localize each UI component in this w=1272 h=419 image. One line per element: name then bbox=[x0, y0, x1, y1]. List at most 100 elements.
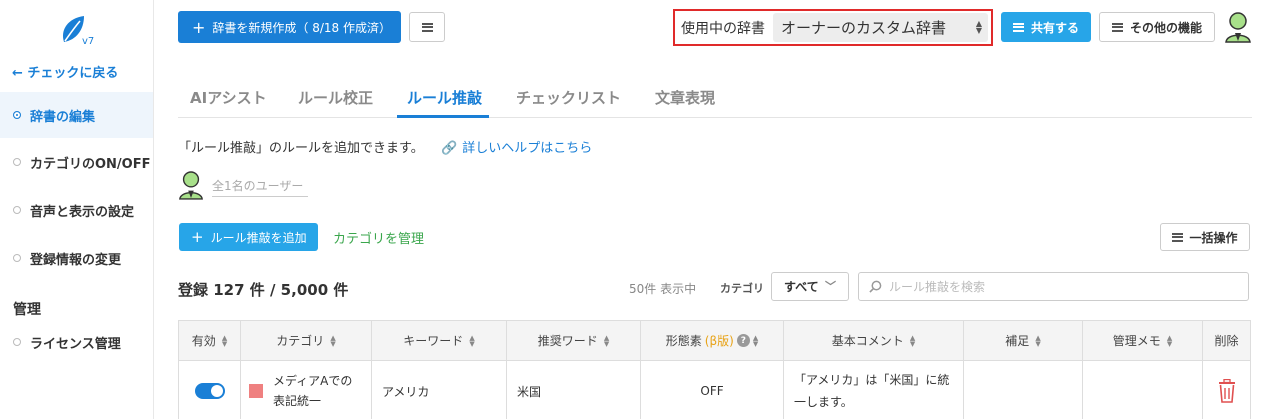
help-question-icon[interactable]: ? bbox=[736, 334, 750, 347]
tab-rule-proofread[interactable]: ルール校正 bbox=[298, 87, 373, 108]
sidebar-item-label: 辞書の編集 bbox=[30, 109, 96, 125]
add-rule-button[interactable]: + ルール推敲を追加 bbox=[179, 223, 318, 251]
header-label: キーワード bbox=[403, 334, 464, 348]
share-label: 共有する bbox=[1030, 20, 1079, 35]
share-button[interactable]: 共有する bbox=[1001, 12, 1091, 42]
sidebar: v7 ← チェックに戻る 辞書の編集 カテゴリのON/OFF 音声と表示の設定 … bbox=[0, 0, 154, 419]
category-filter-select[interactable]: すべて ﹀ bbox=[771, 272, 849, 301]
header-label: カテゴリ bbox=[276, 334, 325, 348]
more-features-button[interactable]: その他の機能 bbox=[1099, 12, 1215, 42]
table-header: 有効 ▲ ▼ カテゴリ ▲ ▼ キーワード ▲ ▼ 推奨ワード ▲ ▼ 形態素 (β版)? ▲ ▼ 基… bbox=[179, 321, 1250, 361]
sort-icon: ▲ ▼ bbox=[469, 333, 475, 348]
header-label: 補足 bbox=[1005, 334, 1030, 348]
bulk-action-button[interactable]: 一括操作 bbox=[1160, 223, 1250, 251]
new-dictionary-button[interactable]: + 辞書を新規作成（ 8/18 作成済） bbox=[178, 11, 401, 43]
rules-table: 有効 ▲ ▼ カテゴリ ▲ ▼ キーワード ▲ ▼ 推奨ワード ▲ ▼ 形態素 (β版)? ▲ ▼ 基… bbox=[178, 320, 1251, 419]
cell-suggestion[interactable]: 米国 bbox=[507, 361, 641, 419]
header-morpheme[interactable]: 形態素 (β版)? ▲ ▼ bbox=[641, 321, 784, 360]
cell-memo[interactable] bbox=[1083, 361, 1203, 419]
category-filter-label: カテゴリ bbox=[720, 282, 764, 295]
sidebar-item-label: ライセンス管理 bbox=[30, 336, 121, 352]
header-suggestion[interactable]: 推奨ワード ▲ ▼ bbox=[507, 321, 641, 360]
header-memo[interactable]: 管理メモ ▲ ▼ bbox=[1083, 321, 1203, 360]
help-link-label: 詳しいヘルプはこちら bbox=[462, 141, 593, 156]
header-comment[interactable]: 基本コメント ▲ ▼ bbox=[784, 321, 964, 360]
search-placeholder: ルール推敲を検索 bbox=[889, 280, 986, 294]
rule-search-input[interactable]: ルール推敲を検索 bbox=[858, 272, 1249, 301]
back-to-check-link[interactable]: ← チェックに戻る bbox=[12, 62, 118, 81]
sort-icon: ▲ ▼ bbox=[330, 333, 336, 348]
cell-enabled bbox=[179, 361, 241, 419]
header-enabled[interactable]: 有効 ▲ ▼ bbox=[179, 321, 241, 360]
header-keyword[interactable]: キーワード ▲ ▼ bbox=[372, 321, 507, 360]
showing-count: 50件 表示中 bbox=[629, 282, 697, 296]
admin-section-label: 管理 bbox=[13, 302, 41, 318]
category-filter-value: すべて bbox=[784, 280, 819, 294]
nav-bullet-icon bbox=[13, 338, 21, 346]
enabled-toggle[interactable] bbox=[194, 383, 225, 399]
category-text: メディアAでの表記統一 bbox=[273, 374, 353, 408]
rule-description: 「ルール推敲」のルールを追加できます。 bbox=[178, 141, 424, 156]
rule-count-title: 登録 127 件 / 5,000 件 bbox=[178, 281, 349, 299]
user-avatar-icon[interactable] bbox=[1224, 11, 1252, 43]
dictionary-menu-button[interactable] bbox=[409, 12, 445, 42]
users-input[interactable]: 全1名のユーザー bbox=[212, 177, 308, 197]
beta-badge: (β版) bbox=[704, 334, 734, 348]
list-icon bbox=[1172, 232, 1184, 242]
table-row: メディアAでの表記統一 アメリカ 米国 OFF 「アメリカ」は「米国」に統一しま… bbox=[179, 361, 1250, 419]
help-link[interactable]: 🔗 詳しいヘルプはこちら bbox=[441, 137, 592, 156]
cell-supplement[interactable] bbox=[964, 361, 1083, 419]
sidebar-item-label: 音声と表示の設定 bbox=[30, 204, 135, 220]
hamburger-icon bbox=[421, 22, 433, 32]
cell-comment[interactable]: 「アメリカ」は「米国」に統一します。 bbox=[784, 361, 964, 419]
header-label: 有効 bbox=[191, 334, 216, 348]
nav-bullet-icon bbox=[13, 206, 21, 214]
tab-rule-refine[interactable]: ルール推敲 bbox=[407, 87, 482, 108]
tab-checklist[interactable]: チェックリスト bbox=[516, 87, 621, 108]
dictionary-select[interactable]: オーナーのカスタム辞書 ▲ ▼ bbox=[773, 13, 988, 42]
sidebar-item-category-toggle[interactable]: カテゴリのON/OFF bbox=[0, 139, 153, 185]
dictionary-in-use-label: 使用中の辞書 bbox=[681, 20, 765, 37]
tab-ai-assist[interactable]: AIアシスト bbox=[190, 87, 267, 108]
sidebar-item-label: 登録情報の変更 bbox=[30, 252, 122, 268]
app-version: v7 bbox=[82, 36, 95, 47]
dictionary-select-value: オーナーのカスタム辞書 bbox=[781, 19, 947, 37]
rule-tabs: AIアシスト ルール校正 ルール推敲 チェックリスト 文章表現 bbox=[178, 78, 1252, 118]
nav-bullet-icon bbox=[13, 111, 21, 119]
nav-bullet-icon bbox=[13, 158, 21, 166]
sidebar-item-account-info[interactable]: 登録情報の変更 bbox=[0, 235, 153, 281]
nav-bullet-icon bbox=[13, 254, 21, 262]
sidebar-item-label: カテゴリのON/OFF bbox=[30, 156, 151, 172]
search-icon bbox=[869, 280, 882, 293]
active-tab-indicator bbox=[397, 115, 489, 118]
trash-icon[interactable] bbox=[1217, 379, 1237, 403]
sidebar-item-dictionary-edit[interactable]: 辞書の編集 bbox=[0, 92, 153, 138]
header-label: 推奨ワード bbox=[537, 334, 598, 348]
sort-icon: ▲ ▼ bbox=[909, 333, 916, 348]
chevron-down-icon: ﹀ bbox=[825, 280, 836, 293]
sort-icon: ▲ ▼ bbox=[1166, 333, 1173, 348]
manage-category-link[interactable]: カテゴリを管理 bbox=[333, 228, 424, 247]
more-features-label: その他の機能 bbox=[1129, 20, 1202, 35]
bulk-action-label: 一括操作 bbox=[1189, 230, 1238, 245]
sort-icon: ▲ ▼ bbox=[752, 333, 759, 348]
plus-icon: + bbox=[192, 17, 206, 37]
sidebar-item-voice-display[interactable]: 音声と表示の設定 bbox=[0, 187, 153, 233]
plus-icon: + bbox=[191, 228, 204, 246]
list-icon bbox=[1012, 22, 1024, 32]
cell-keyword[interactable]: アメリカ bbox=[372, 361, 507, 419]
tab-writing-expression[interactable]: 文章表現 bbox=[655, 87, 715, 108]
cell-morpheme[interactable]: OFF bbox=[641, 361, 784, 419]
header-supplement[interactable]: 補足 ▲ ▼ bbox=[964, 321, 1083, 360]
sort-icon: ▲ ▼ bbox=[603, 333, 610, 348]
sort-icon: ▲ ▼ bbox=[1035, 333, 1041, 348]
list-icon bbox=[1111, 22, 1123, 32]
cell-category: メディアAでの表記統一 bbox=[241, 361, 372, 419]
add-rule-label: ルール推敲を追加 bbox=[210, 230, 307, 245]
sidebar-item-license[interactable]: ライセンス管理 bbox=[0, 319, 153, 365]
link-icon: 🔗 bbox=[441, 141, 458, 156]
header-category[interactable]: カテゴリ ▲ ▼ bbox=[241, 321, 372, 360]
select-arrows-icon: ▲ ▼ bbox=[975, 19, 982, 35]
header-label: 形態素 bbox=[665, 334, 702, 348]
header-delete: 削除 bbox=[1203, 321, 1250, 360]
